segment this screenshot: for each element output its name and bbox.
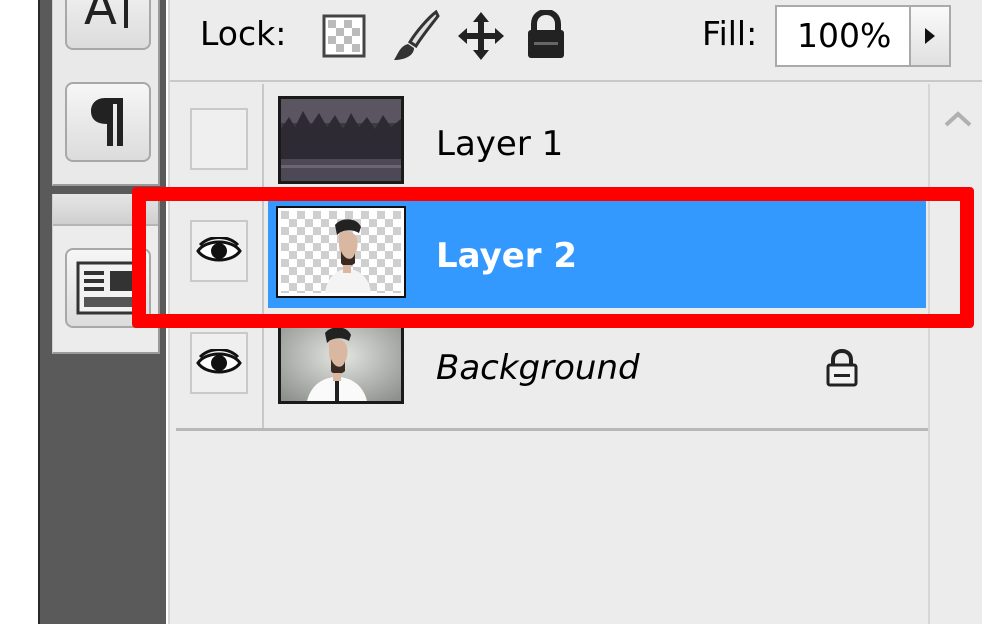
dark-landscape-thumbnail (278, 96, 404, 184)
panel-options-button[interactable] (65, 248, 151, 328)
layers-panel: Lock: Fill: 100% Layer 1 Layer 2 Backgro… (168, 0, 984, 624)
panel-options-icon (76, 261, 140, 315)
fill-label: Fill: (702, 14, 758, 53)
layer-row-layer-1[interactable]: Layer 1 (170, 84, 928, 196)
portrait-background-thumbnail (278, 316, 404, 404)
layer-row-layer-2[interactable]: Layer 2 (170, 196, 928, 308)
eye-icon (196, 237, 242, 262)
layers-list-bottom-border (176, 428, 928, 431)
layers-scrollbar[interactable] (928, 84, 984, 624)
lock-position-icon[interactable] (456, 10, 506, 62)
screenshot-stage: A Lock: Fill: 100% Layer 1 Layer 2 Backg… (0, 0, 994, 624)
tool-column-bottom (52, 194, 160, 354)
layer-row-background[interactable]: Background (170, 308, 928, 420)
visibility-toggle[interactable] (190, 332, 248, 394)
portrait-transparent-thumbnail (276, 206, 406, 298)
tool-column-top: A (52, 0, 160, 186)
panel-collapse-bar[interactable] (53, 194, 158, 226)
paragraph-icon (91, 98, 123, 146)
scroll-up-button[interactable] (940, 104, 976, 134)
lock-transparent-pixels-icon[interactable] (322, 14, 366, 58)
visibility-toggle[interactable] (190, 220, 248, 282)
lock-all-icon[interactable] (524, 10, 568, 60)
fill-input[interactable]: 100% (775, 5, 911, 67)
paragraph-panel-button[interactable] (65, 82, 151, 162)
lock-label: Lock: (200, 14, 287, 53)
eye-icon (196, 349, 242, 374)
layer-name: Background (436, 348, 640, 388)
chevron-up-icon (944, 111, 972, 127)
triangle-right-icon (925, 28, 935, 44)
character-icon: A (84, 0, 128, 36)
svg-text:A: A (84, 0, 117, 36)
layer-lock-icon (824, 348, 860, 392)
layers-list: Layer 1 Layer 2 Background (170, 84, 928, 432)
layer-name: Layer 2 (436, 236, 578, 276)
lock-image-pixels-icon[interactable] (390, 8, 442, 64)
layer-name: Layer 1 (436, 124, 564, 164)
fill-slider-button[interactable] (911, 5, 951, 67)
visibility-toggle-empty[interactable] (190, 108, 248, 170)
character-panel-button[interactable]: A (65, 0, 151, 50)
window-edge (982, 0, 994, 624)
lock-toolbar: Lock: Fill: 100% (170, 0, 984, 82)
